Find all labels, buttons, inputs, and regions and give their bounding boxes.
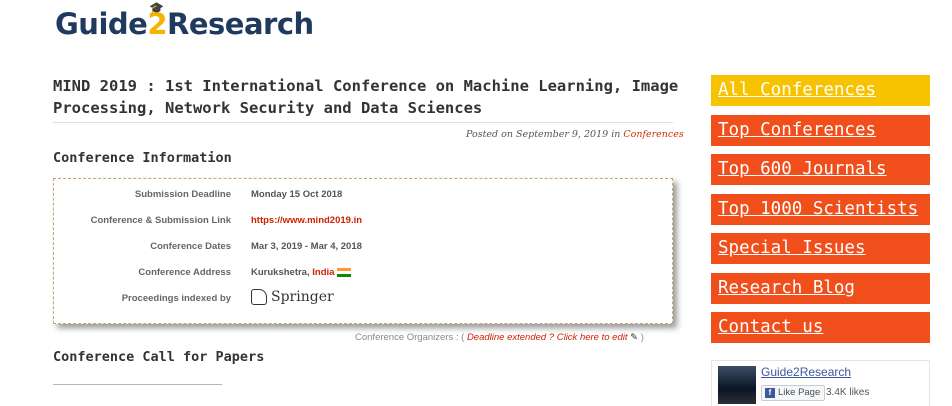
facebook-icon: f [765, 388, 775, 398]
title-divider [53, 122, 673, 123]
logo-text-guide: Guide [55, 7, 148, 41]
conference-link[interactable]: https://www.mind2019.in [251, 215, 362, 226]
logo-text-research: Research [167, 7, 314, 41]
info-row-link: Conference & Submission Link https://www… [54, 215, 674, 235]
address-country-link[interactable]: India [312, 267, 334, 278]
facebook-widget: Guide2Research f Like Page 3.4K likes [711, 360, 930, 406]
category-link[interactable]: Conferences [623, 129, 683, 140]
edit-deadline-link[interactable]: Deadline extended ? Click here to edit [467, 332, 628, 343]
sidebar-item-top-journals[interactable]: Top 600 Journals [711, 154, 930, 185]
conference-info-box: Submission Deadline Monday 15 Oct 2018 C… [53, 178, 673, 324]
info-row-dates: Conference Dates Mar 3, 2019 - Mar 4, 20… [54, 241, 674, 261]
page: Guide 🎓 2Research MIND 2019 : 1st Internat… [0, 0, 952, 406]
link-label: Conference & Submission Link [90, 215, 231, 226]
springer-horse-icon [251, 289, 267, 305]
dates-label: Conference Dates [150, 241, 231, 252]
graduation-cap-icon: 🎓 [149, 1, 164, 15]
indexed-label: Proceedings indexed by [121, 293, 231, 304]
pencil-icon[interactable]: ✎ [627, 332, 638, 343]
site-logo[interactable]: Guide 🎓 2Research [55, 1, 314, 41]
call-section-title: Conference Call for Papers [53, 349, 265, 365]
sidebar-item-research-blog[interactable]: Research Blog [711, 272, 930, 304]
sidebar-item-all-conferences[interactable]: All Conferences [711, 75, 930, 106]
organizer-prefix: Conference Organizers : ( [355, 332, 467, 343]
sidebar-item-top-conferences[interactable]: Top Conferences [711, 114, 930, 146]
facebook-like-count: 3.4K likes [826, 387, 870, 398]
logo-text-2: 🎓 2 [147, 1, 167, 41]
facebook-page-thumbnail[interactable] [718, 366, 756, 404]
facebook-like-button[interactable]: f Like Page [761, 385, 826, 401]
address-city: Kurukshetra, [251, 267, 313, 278]
info-row-address: Conference Address Kurukshetra, India [54, 267, 674, 287]
info-row-deadline: Submission Deadline Monday 15 Oct 2018 [54, 189, 674, 209]
posted-date: Posted on September 9, 2019 in [466, 129, 624, 140]
call-divider: ____________________________ [53, 372, 222, 385]
like-label: Like Page [778, 387, 821, 398]
sidebar-item-top-scientists[interactable]: Top 1000 Scientists [711, 193, 930, 225]
facebook-page-name[interactable]: Guide2Research [761, 365, 851, 379]
sidebar-item-contact-us[interactable]: Contact us [711, 312, 930, 343]
info-row-indexed: Proceedings indexed by Springer [54, 289, 674, 313]
springer-text: Springer [271, 289, 334, 305]
sidebar-menu: All Conferences Top Conferences Top 600 … [711, 75, 930, 352]
deadline-label: Submission Deadline [134, 189, 231, 200]
india-flag-icon [337, 267, 352, 277]
dates-value: Mar 3, 2019 - Mar 4, 2018 [251, 241, 362, 252]
organizer-line: Conference Organizers : ( Deadline exten… [355, 332, 644, 343]
address-label: Conference Address [138, 267, 231, 278]
deadline-value: Monday 15 Oct 2018 [251, 189, 343, 200]
springer-logo: Springer [251, 289, 334, 305]
organizer-suffix: ) [638, 332, 644, 343]
conference-title: MIND 2019 : 1st International Conference… [53, 77, 679, 117]
info-section-title: Conference Information [53, 150, 232, 166]
sidebar-item-special-issues[interactable]: Special Issues [711, 233, 930, 264]
posted-meta: Posted on September 9, 2019 in Conferenc… [466, 129, 684, 140]
